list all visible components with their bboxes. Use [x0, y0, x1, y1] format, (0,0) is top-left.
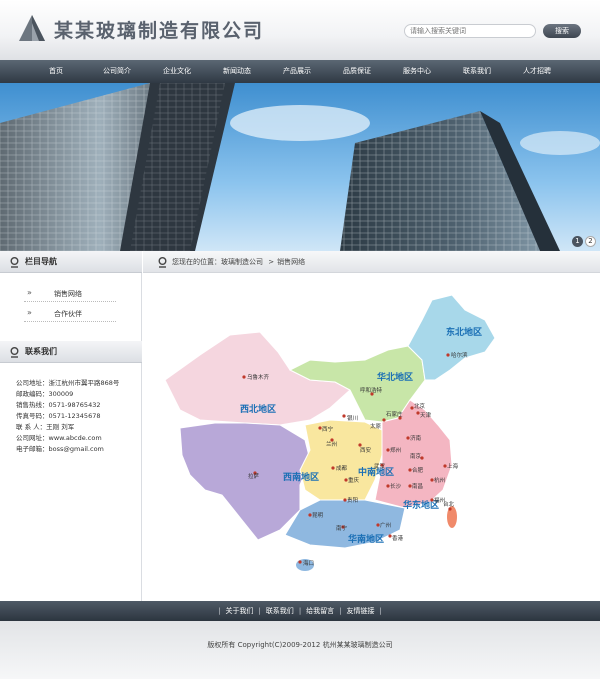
banner-image [0, 83, 600, 251]
city-label: 杭州 [434, 476, 445, 484]
contact-email: 电子邮箱：boss@gmail.com [16, 445, 104, 453]
region-label-northwest: 西北地区 [240, 403, 276, 415]
location-pin-icon [158, 257, 167, 268]
search-input[interactable] [404, 24, 536, 38]
double-chevron-icon: » [27, 288, 32, 297]
footer-nav: | 关于我们 | 联系我们 | 给我留言 | 友情链接 | [0, 601, 600, 621]
breadcrumb-current: 销售网络 [277, 258, 306, 266]
city-label: 广州 [380, 521, 391, 529]
city-label: 海口 [303, 559, 314, 567]
city-label: 昆明 [312, 512, 324, 519]
breadcrumb-prefix: 您现在的位置： [172, 258, 221, 266]
contact-postcode: 邮政编码：300009 [16, 390, 74, 398]
region-label-south: 华南地区 [348, 533, 384, 545]
nav-item-contact[interactable]: 联系我们 [463, 60, 491, 83]
nav-item-culture[interactable]: 企业文化 [163, 60, 191, 83]
region-label-southwest: 西南地区 [283, 471, 319, 483]
sidebar: 栏目导航 » 销售网络 » 合作伙伴 联系我们 公司地址：浙江杭州市翼平路868… [0, 251, 142, 601]
sales-network-map: 东北地区 华北地区 西北地区 中南地区 西南地区 华东地区 华南地区 哈尔滨 乌… [164, 294, 496, 571]
sidebar-item-label: 销售网络 [54, 290, 82, 298]
company-name: 某某玻璃制造有限公司 [54, 20, 265, 42]
main-nav: 首页 公司简介 企业文化 新闻动态 产品展示 品质保证 服务中心 联系我们 人才… [0, 60, 600, 83]
city-label: 南昌 [412, 482, 423, 490]
logo-icon [19, 15, 45, 41]
city-label: 乌鲁木齐 [247, 373, 270, 381]
sidebar-contact-header: 联系我们 [0, 341, 142, 363]
sidebar-nav-title: 栏目导航 [25, 257, 57, 266]
footer-link-friends[interactable]: 友情链接 [347, 601, 375, 621]
nav-item-quality[interactable]: 品质保证 [343, 60, 371, 83]
sidebar-nav-header: 栏目导航 [0, 251, 142, 273]
nav-item-jobs[interactable]: 人才招聘 [523, 60, 551, 83]
contact-fax: 传真号码：0571-12345678 [16, 412, 101, 420]
nav-item-home[interactable]: 首页 [49, 60, 63, 83]
city-label: 武汉 [374, 462, 386, 470]
contact-sales-phone: 销售热线：0571-98765432 [16, 401, 101, 409]
sidebar-contact-title: 联系我们 [25, 347, 57, 356]
nav-item-news[interactable]: 新闻动态 [223, 60, 251, 83]
breadcrumb-text: 您现在的位置：玻璃制造公司 > 销售网络 [172, 251, 305, 273]
city-label: 石家庄 [386, 410, 403, 418]
sidebar-item-partners[interactable]: » 合作伙伴 [24, 305, 116, 322]
city-label: 天津 [420, 412, 432, 419]
banner-page-2[interactable]: 2 [585, 236, 596, 247]
banner-page-1[interactable]: 1 [572, 236, 583, 247]
breadcrumb-home[interactable]: 玻璃制造公司 [221, 251, 263, 273]
city-label: 太原 [370, 422, 382, 430]
city-label: 呼和浩特 [360, 386, 383, 394]
region-central-south [299, 419, 383, 506]
city-label: 贵阳 [347, 496, 358, 504]
city-label: 西宁 [322, 425, 334, 433]
nav-item-about[interactable]: 公司简介 [103, 60, 131, 83]
city-label: 北京 [414, 402, 426, 410]
region-label-northeast: 东北地区 [446, 326, 482, 338]
city-label: 银川 [347, 414, 358, 422]
city-label: 济南 [410, 434, 422, 442]
city-label: 西安 [360, 446, 372, 454]
footer-link-message[interactable]: 给我留言 [306, 601, 334, 621]
city-label: 南京 [410, 452, 422, 460]
city-label: 哈尔滨 [451, 351, 468, 359]
sidebar-item-sales-network[interactable]: » 销售网络 [24, 285, 116, 302]
breadcrumb-separator: > [268, 258, 275, 266]
location-pin-icon [10, 257, 19, 268]
footer-link-contact[interactable]: 联系我们 [266, 601, 294, 621]
location-pin-icon [10, 347, 19, 358]
city-label: 台北 [443, 500, 455, 508]
city-label: 郑州 [390, 446, 401, 454]
header: 某某玻璃制造有限公司 搜索 [0, 0, 600, 60]
sidebar-item-label: 合作伙伴 [54, 310, 82, 318]
double-chevron-icon: » [27, 308, 32, 317]
city-label: 长沙 [390, 482, 402, 490]
footer-link-about[interactable]: 关于我们 [225, 601, 253, 621]
search-button[interactable]: 搜索 [543, 24, 581, 38]
contact-person: 联 系 人：王刚 刘军 [16, 423, 75, 431]
contact-address: 公司地址：浙江杭州市翼平路868号 [16, 379, 120, 387]
city-label: 兰州 [326, 440, 337, 448]
city-label: 南宁 [336, 524, 348, 532]
breadcrumb: 您现在的位置：玻璃制造公司 > 销售网络 [143, 251, 600, 273]
city-label: 拉萨 [248, 472, 260, 480]
nav-item-products[interactable]: 产品展示 [283, 60, 311, 83]
city-label: 合肥 [412, 466, 424, 474]
city-label: 成都 [336, 464, 348, 472]
footer-copyright: 版权所有 Copyright(C)2009-2012 杭州某某玻璃制造公司 [0, 621, 600, 679]
city-label: 上海 [447, 462, 459, 470]
contact-website: 公司网址：www.abcde.com [16, 434, 102, 442]
nav-item-service[interactable]: 服务中心 [403, 60, 431, 83]
city-label: 香港 [392, 534, 404, 542]
region-label-north: 华北地区 [377, 371, 413, 383]
city-label: 重庆 [348, 476, 360, 484]
